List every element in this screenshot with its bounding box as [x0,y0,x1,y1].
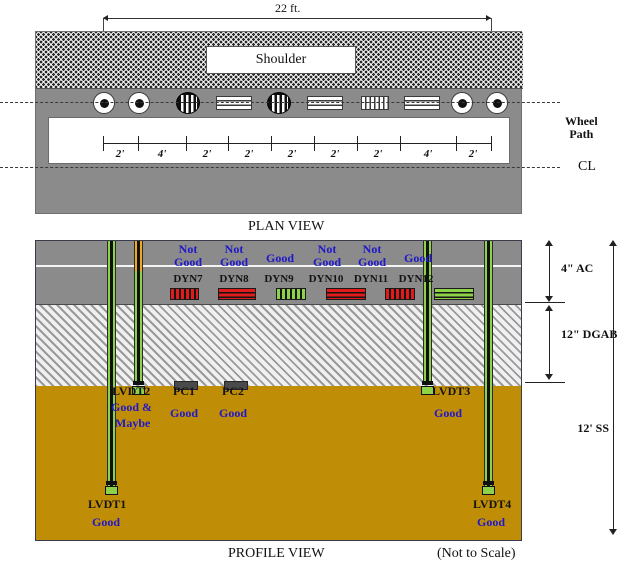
shoulder-band: Shoulder [36,32,523,89]
label-lvdt2: LVDT2 [112,384,151,398]
dimension-baseline [103,143,491,144]
dim-seg-0: 2' [115,148,125,160]
shoulder-label: Shoulder [255,52,307,67]
gauge-dyn10[interactable] [326,288,366,300]
dim-seg-8: 2' [468,148,478,160]
dgab-arrow-down-icon [545,374,553,380]
label-dyn11: DYN11 [353,273,389,285]
wheel-path-line [0,102,560,103]
ss-arrow-down-icon [609,529,617,535]
dimension-line [103,18,491,19]
status-dyn10-line2: Good [312,254,341,269]
rod-foot-lvdt1 [105,486,118,495]
status-dyn11-line2: Good [357,254,386,269]
label-pc2: PC2 [222,384,244,398]
rod-cap-lvdt4 [483,481,494,485]
overall-dimension: 22 ft. [0,0,624,100]
dgab-base-tick [525,382,565,383]
dim-seg-7: 4' [423,148,433,160]
dim-seg-5: 2' [330,148,340,160]
dgab-arrow-up-icon [545,305,553,311]
plan-sensor-bar-3[interactable] [361,96,389,110]
status-dyn7-line2: Good [173,254,202,269]
arrow-left-icon [103,14,108,21]
status-pc1: Good [170,406,199,420]
dgab-dim-line [549,309,550,379]
ss-thickness-label: 12' SS [577,421,609,435]
label-pc1: PC1 [173,384,195,398]
plan-sensor-lvdt-2[interactable] [128,92,150,114]
status-dyn9: Good [265,251,294,265]
rod-lvdt4[interactable] [484,241,493,487]
status-dyn8-line2: Good [219,254,248,269]
gauge-dyn7[interactable] [170,288,199,300]
label-dyn10: DYN10 [308,273,344,285]
label-dyn7: DYN7 [173,273,203,285]
plan-sensor-lvdt-1[interactable] [93,92,115,114]
ac-base-tick [525,302,565,303]
gauge-dyn8[interactable] [218,288,256,300]
gauge-dyn9[interactable] [276,288,306,300]
shoulder-label-box: Shoulder [206,46,356,74]
gauge-dyn11[interactable] [385,288,415,300]
overall-dimension-label: 22 ft. [275,1,301,15]
status-dyn10: Not Good [306,243,348,268]
centerline-line [0,167,560,168]
rod-upper-lvdt2[interactable] [134,241,143,271]
ac-dim-line [549,244,550,301]
dim-seg-4: 2' [287,148,297,160]
status-lvdt3: Good [434,406,463,420]
status-dyn7: Not Good [168,243,208,268]
label-lvdt3: LVDT3 [432,384,471,398]
plan-view-caption: PLAN VIEW [248,219,325,234]
dim-seg-3: 2' [244,148,254,160]
status-lvdt4: Good [477,515,506,529]
status-dyn12: Good [403,251,432,265]
layer-dimension-ladder: 4" AC 12" DGAB 12' SS [525,240,624,541]
dim-seg-2: 2' [202,148,212,160]
plan-dimension-string: 2' 4' 2' 2' 2' 2' 2' 4' 2' [0,136,624,162]
plan-sensor-bar-4[interactable] [404,96,440,110]
ac-arrow-up-icon [545,240,553,246]
rod-foot-lvdt4 [482,486,495,495]
plan-view-panel: Shoulder [35,31,523,214]
plan-sensor-bar-2[interactable] [307,96,343,110]
ss-dim-line [613,244,614,534]
plan-sensor-lvdt-3[interactable] [451,92,473,114]
label-lvdt1: LVDT1 [88,497,127,511]
plan-sensor-dyn-a[interactable] [176,92,200,114]
centerline-label: CL [578,159,596,174]
status-pc2: Good [219,406,248,420]
plan-sensor-dyn-b[interactable] [267,92,291,114]
plan-sensor-bar-1[interactable] [216,96,252,110]
rod-lvdt2[interactable] [134,271,143,385]
dim-seg-1: 4' [157,148,167,160]
arrow-right-icon [486,14,491,21]
status-lvdt2-line1: Good & [111,400,153,414]
label-dyn12: DYN12 [398,273,434,285]
rod-cap-lvdt1 [106,481,117,485]
label-lvdt4: LVDT4 [473,497,512,511]
profile-view-caption: PROFILE VIEW [228,546,325,561]
label-dyn8: DYN8 [219,273,249,285]
gauge-dyn12[interactable] [434,288,474,300]
ss-arrow-up-icon [609,240,617,246]
rod-lvdt1[interactable] [107,241,116,487]
ac-thickness-label: 4" AC [561,261,594,275]
plan-sensor-lvdt-4[interactable] [486,92,508,114]
status-lvdt1: Good [92,515,121,529]
label-dyn9: DYN9 [264,273,294,285]
status-dyn11: Not Good [351,243,393,268]
status-lvdt2-line2: Maybe [115,416,151,430]
status-dyn8: Not Good [214,243,254,268]
dim-seg-6: 2' [373,148,383,160]
scale-note: (Not to Scale) [437,546,516,561]
